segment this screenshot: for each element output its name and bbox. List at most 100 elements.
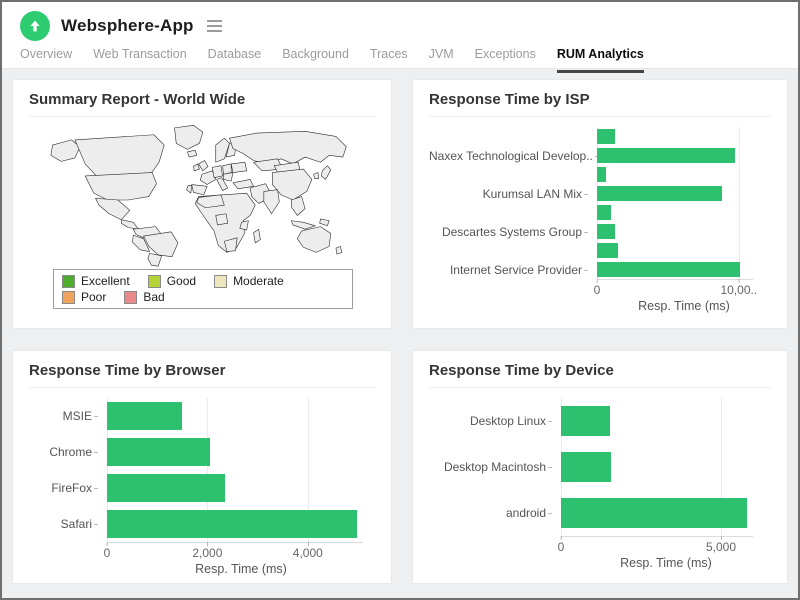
map-region-portugal[interactable] (187, 185, 192, 193)
map-region-uk[interactable] (199, 161, 208, 171)
map-region-australia[interactable] (297, 227, 330, 253)
x-tick-label: 4,000 (293, 546, 323, 560)
tab-overview[interactable]: Overview (20, 47, 72, 73)
bar-row: MSIE (29, 398, 375, 434)
bar-row (429, 165, 771, 184)
legend-swatch-bad (124, 291, 137, 304)
map-region-se-asia[interactable] (291, 197, 305, 216)
map-region-new-zealand[interactable] (336, 246, 342, 254)
map-region-greenland[interactable] (175, 125, 203, 149)
bar[interactable] (107, 402, 182, 430)
bar[interactable] (597, 167, 606, 182)
bar[interactable] (561, 452, 611, 482)
map-region-spain[interactable] (192, 185, 207, 195)
bar[interactable] (597, 186, 722, 201)
map-region-argentina[interactable] (148, 253, 162, 266)
map-region-balkans[interactable] (223, 173, 232, 182)
map-legend: ExcellentGoodModeratePoorBad (53, 269, 353, 309)
map-region-germany[interactable] (212, 166, 222, 178)
map-region-poland[interactable] (223, 164, 232, 174)
plot-area: Naxex Technological Develop..Kurumsal LA… (429, 127, 771, 279)
map-region-madagascar[interactable] (254, 229, 261, 243)
panel-title-summary: Summary Report - World Wide (29, 91, 375, 117)
map-region-canada[interactable] (75, 135, 164, 177)
bar-track (597, 222, 753, 241)
tab-database[interactable]: Database (208, 47, 262, 73)
bar-track (561, 444, 753, 490)
map-region-korea[interactable] (314, 173, 319, 179)
plot-area: Desktop Linux Desktop Macintoshandroid (429, 398, 771, 536)
category-label: MSIE (29, 409, 107, 423)
x-tick-label: 2,000 (192, 546, 222, 560)
bar-row: android (429, 490, 771, 536)
bar[interactable] (597, 129, 615, 144)
map-region-norway-sweden[interactable] (216, 138, 230, 162)
map-region-alaska[interactable] (51, 140, 80, 161)
panel-response-time-isp: Response Time by ISP Naxex Technological… (412, 79, 788, 329)
legend-item-bad: Bad (124, 290, 164, 304)
map-region-mexico[interactable] (96, 198, 130, 219)
bar-row (429, 241, 771, 260)
x-tick-label: 0 (558, 540, 565, 554)
bar[interactable] (107, 438, 210, 466)
bar-track (597, 184, 753, 203)
bar-row: Descartes Systems Group (429, 222, 771, 241)
legend-label: Good (167, 274, 196, 288)
bar-track (597, 165, 753, 184)
bar[interactable] (597, 224, 615, 239)
x-tick-label: 0 (104, 546, 111, 560)
plot-area: MSIE Chrome FireFoxSafari (29, 398, 375, 542)
isp-bar-chart: Naxex Technological Develop..Kurumsal LA… (429, 117, 771, 313)
map-region-iceland[interactable] (187, 150, 196, 157)
bar-track (597, 260, 753, 279)
bar-row: FireFox (29, 470, 375, 506)
bar[interactable] (561, 406, 610, 436)
bar-row: Safari (29, 506, 375, 542)
browser-bar-chart: MSIE Chrome FireFoxSafari 0 2,000 4,000 Resp… (29, 388, 375, 576)
x-axis-title: Resp. Time (ms) (597, 299, 771, 313)
map-region-central-america[interactable] (121, 220, 138, 229)
map-region-brazil[interactable] (144, 232, 178, 257)
map-region-india[interactable] (264, 190, 279, 214)
tab-web-transaction[interactable]: Web Transaction (93, 47, 187, 73)
tab-traces[interactable]: Traces (370, 47, 408, 73)
bar[interactable] (597, 205, 611, 220)
map-region-russia[interactable] (229, 131, 346, 164)
hamburger-menu-icon[interactable] (205, 17, 224, 35)
app-title: Websphere-App (61, 16, 194, 36)
bar[interactable] (597, 243, 618, 258)
map-region-indonesia[interactable] (291, 221, 315, 230)
bar[interactable] (597, 262, 740, 277)
bar-track (107, 470, 363, 506)
tab-background[interactable]: Background (282, 47, 349, 73)
map-region-turkey[interactable] (233, 179, 254, 188)
x-axis: 010,00.. (597, 279, 753, 296)
map-region-ukraine[interactable] (231, 162, 246, 172)
map-region-new-guinea[interactable] (320, 219, 329, 226)
category-label: Chrome (29, 445, 107, 459)
x-axis-title: Resp. Time (ms) (561, 556, 771, 570)
legend-item-moderate: Moderate (214, 274, 284, 288)
tab-rum-analytics[interactable]: RUM Analytics (557, 47, 644, 73)
bar[interactable] (107, 474, 225, 502)
map-region-japan[interactable] (321, 166, 330, 180)
map-region-usa[interactable] (85, 173, 156, 200)
legend-item-excellent: Excellent (62, 274, 130, 288)
tab-jvm[interactable]: JVM (429, 47, 454, 73)
category-label: Desktop Linux (429, 414, 561, 428)
map-region-nigeria[interactable] (216, 214, 228, 225)
app-header: Websphere-App OverviewWeb TransactionDat… (2, 2, 798, 69)
bar-track (597, 146, 753, 165)
bar[interactable] (597, 148, 735, 163)
legend-swatch-good (148, 275, 161, 288)
panel-response-time-browser: Response Time by Browser MSIEChromeFireF… (12, 350, 392, 584)
bar[interactable] (561, 498, 747, 528)
x-axis-title: Resp. Time (ms) (107, 562, 375, 576)
bar-row: Desktop Macintosh (429, 444, 771, 490)
map-region-ireland[interactable] (193, 164, 199, 171)
bar-track (561, 490, 753, 536)
tab-exceptions[interactable]: Exceptions (475, 47, 536, 73)
bar-track (597, 241, 753, 260)
bar[interactable] (107, 510, 357, 538)
bar-row: Kurumsal LAN Mix (429, 184, 771, 203)
